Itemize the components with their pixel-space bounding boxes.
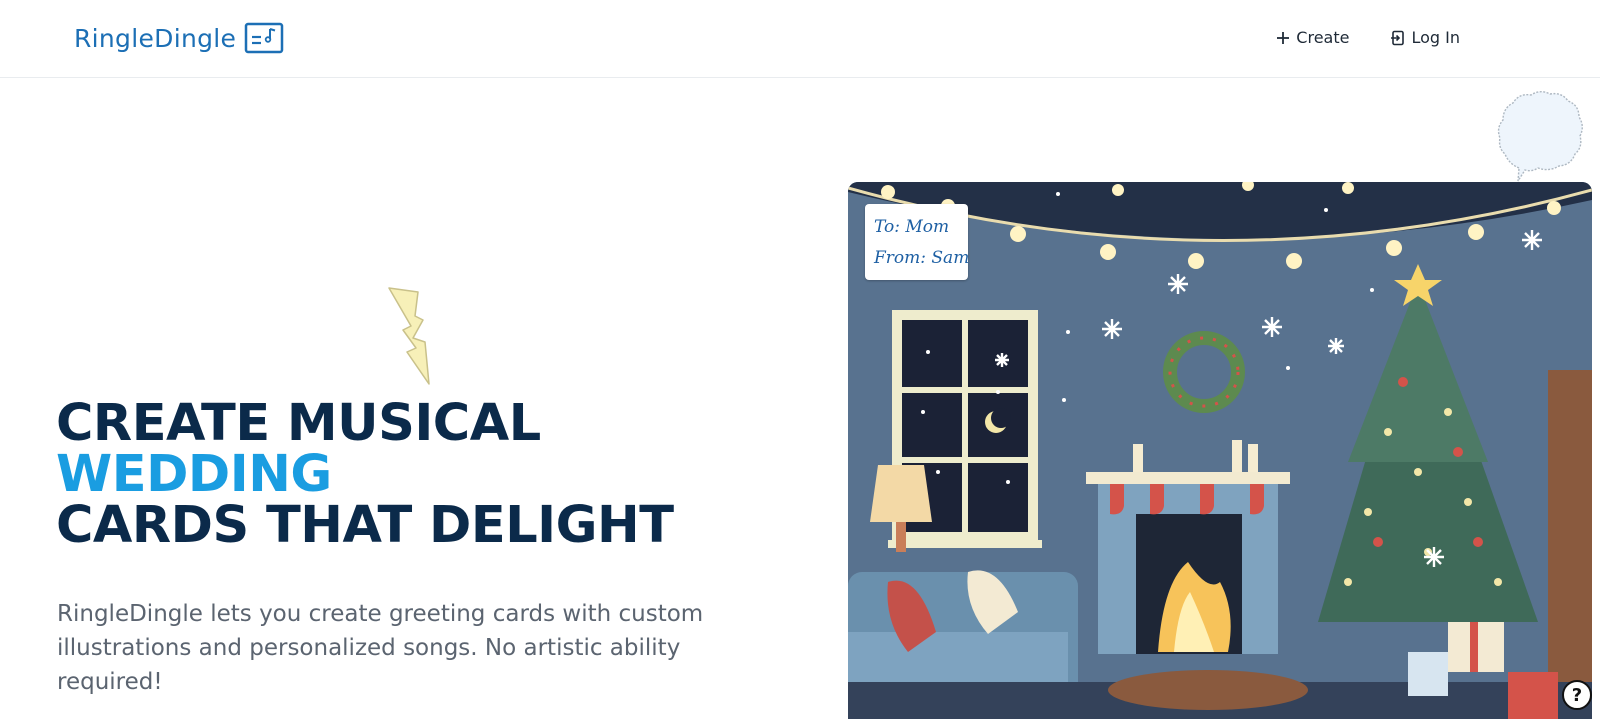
create-link[interactable]: Create	[1276, 26, 1349, 50]
hero-title-accent: WEDDING	[56, 445, 332, 504]
hero-title: CREATE MUSICAL WEDDING CARDS THAT DELIGH…	[56, 398, 776, 551]
login-label: Log In	[1411, 28, 1460, 47]
card-gift-tag: To: Mom From: Sam	[865, 204, 970, 280]
help-button[interactable]: ?	[1562, 680, 1592, 710]
plus-icon	[1277, 32, 1290, 44]
create-label: Create	[1296, 28, 1350, 47]
lightning-bolt-icon	[388, 287, 430, 385]
tag-from: From: Sam	[874, 248, 970, 268]
hero-description: RingleDingle lets you create greeting ca…	[57, 601, 704, 695]
speech-cloud-icon	[1497, 91, 1583, 182]
music-card-icon	[244, 22, 284, 54]
tag-to: To: Mom	[874, 217, 950, 237]
hero-title-line-3: CARDS THAT DELIGHT	[56, 496, 674, 555]
login-link[interactable]: Log In	[1391, 26, 1460, 50]
main-nav: Create Log In	[1276, 26, 1460, 50]
hero-title-line-1: CREATE MUSICAL	[56, 394, 541, 453]
brand-logo-link[interactable]: RingleDingle	[74, 20, 284, 56]
help-icon: ?	[1571, 684, 1583, 706]
card-illustration: To: Mom From: Sam	[848, 182, 1592, 719]
site-header: RingleDingle Create Log In	[0, 0, 1600, 78]
brand-name: RingleDingle	[74, 23, 237, 53]
login-icon	[1391, 30, 1405, 46]
